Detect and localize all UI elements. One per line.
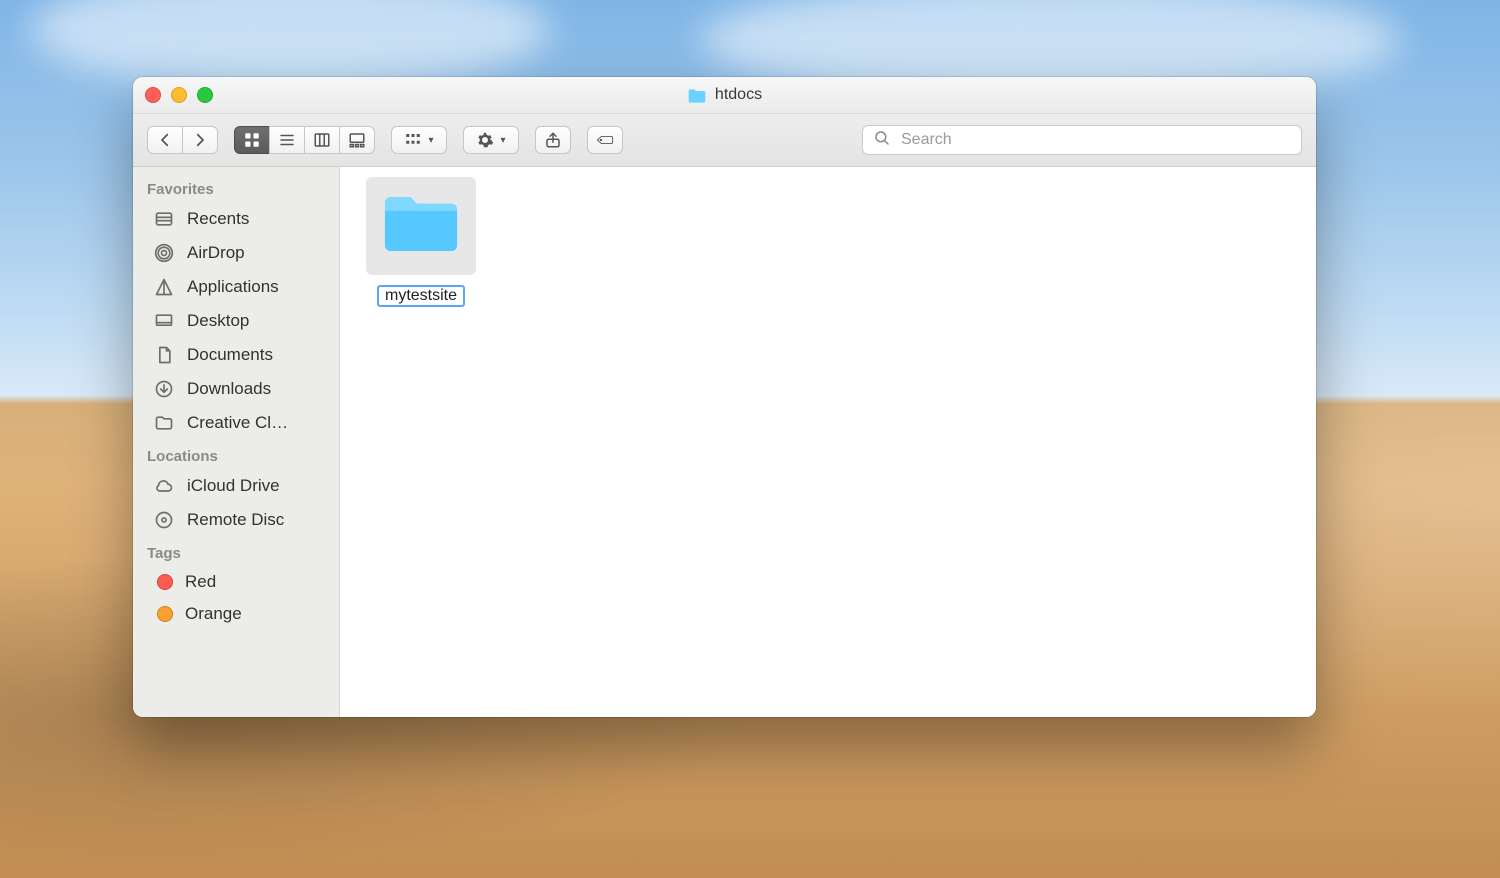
- back-button[interactable]: [147, 126, 183, 154]
- sidebar-header-tags: Tags: [133, 537, 339, 566]
- folder-icon: [153, 412, 175, 434]
- sidebar-item-label: Downloads: [187, 379, 271, 399]
- folder-icon: [687, 88, 707, 103]
- sidebar-header-favorites: Favorites: [133, 173, 339, 202]
- edit-tags-button[interactable]: [587, 126, 623, 154]
- file-item[interactable]: mytestsite: [366, 177, 476, 307]
- list-icon: [278, 131, 296, 149]
- nav-buttons: [147, 126, 218, 154]
- window-zoom-button[interactable]: [197, 87, 213, 103]
- sidebar: Favorites Recents AirDrop: [133, 167, 340, 717]
- group-icon: [404, 131, 422, 149]
- search-input[interactable]: [899, 130, 1291, 150]
- gear-icon: [476, 131, 494, 149]
- airdrop-icon: [153, 242, 175, 264]
- sidebar-item-label: Red: [185, 572, 216, 592]
- sidebar-tag-orange[interactable]: Orange: [133, 598, 339, 630]
- forward-button[interactable]: [182, 126, 218, 154]
- window-title: htdocs: [687, 86, 762, 104]
- action-menu-button[interactable]: ▾: [463, 126, 519, 154]
- chevron-left-icon: [156, 131, 174, 149]
- chevron-down-icon: ▾: [428, 135, 433, 146]
- share-icon: [544, 131, 562, 149]
- sidebar-item-documents[interactable]: Documents: [133, 338, 339, 372]
- search-field[interactable]: [862, 125, 1302, 155]
- chevron-down-icon: ▾: [500, 135, 505, 146]
- sidebar-header-locations: Locations: [133, 440, 339, 469]
- titlebar[interactable]: htdocs: [133, 77, 1316, 114]
- tag-dot-icon: [157, 574, 173, 590]
- view-icons-button[interactable]: [234, 126, 270, 154]
- view-gallery-button[interactable]: [339, 126, 375, 154]
- desktop-icon: [153, 310, 175, 332]
- desktop-background: htdocs: [0, 0, 1500, 878]
- sidebar-item-recents[interactable]: Recents: [133, 202, 339, 236]
- sidebar-item-applications[interactable]: Applications: [133, 270, 339, 304]
- sidebar-tag-red[interactable]: Red: [133, 566, 339, 598]
- content-area[interactable]: mytestsite: [340, 167, 1316, 717]
- share-button[interactable]: [535, 126, 571, 154]
- sidebar-item-label: iCloud Drive: [187, 476, 280, 496]
- window-controls: [145, 87, 213, 103]
- view-mode-buttons: [234, 126, 375, 154]
- sidebar-item-desktop[interactable]: Desktop: [133, 304, 339, 338]
- sidebar-item-label: AirDrop: [187, 243, 245, 263]
- item-name-editor[interactable]: mytestsite: [377, 285, 465, 307]
- window-minimize-button[interactable]: [171, 87, 187, 103]
- sidebar-item-creative-cloud[interactable]: Creative Cl…: [133, 406, 339, 440]
- sidebar-item-label: Applications: [187, 277, 279, 297]
- sidebar-item-remote-disc[interactable]: Remote Disc: [133, 503, 339, 537]
- folder-icon: [380, 191, 462, 262]
- applications-icon: [153, 276, 175, 298]
- sidebar-item-label: Remote Disc: [187, 510, 284, 530]
- recents-icon: [153, 208, 175, 230]
- documents-icon: [153, 344, 175, 366]
- sidebar-item-label: Desktop: [187, 311, 249, 331]
- tag-dot-icon: [157, 606, 173, 622]
- window-close-button[interactable]: [145, 87, 161, 103]
- search-icon: [873, 129, 891, 152]
- sidebar-item-label: Orange: [185, 604, 242, 624]
- disc-icon: [153, 509, 175, 531]
- downloads-icon: [153, 378, 175, 400]
- sidebar-item-icloud-drive[interactable]: iCloud Drive: [133, 469, 339, 503]
- item-thumbnail[interactable]: [366, 177, 476, 275]
- item-name[interactable]: mytestsite: [385, 287, 457, 304]
- gallery-icon: [348, 131, 366, 149]
- view-list-button[interactable]: [269, 126, 305, 154]
- sidebar-item-label: Recents: [187, 209, 249, 229]
- sidebar-item-airdrop[interactable]: AirDrop: [133, 236, 339, 270]
- window-title-text: htdocs: [715, 86, 762, 104]
- grid-icon: [243, 131, 261, 149]
- chevron-right-icon: [191, 131, 209, 149]
- cloud-icon: [153, 475, 175, 497]
- view-columns-button[interactable]: [304, 126, 340, 154]
- finder-window: htdocs: [133, 77, 1316, 717]
- sidebar-item-label: Documents: [187, 345, 273, 365]
- window-body: Favorites Recents AirDrop: [133, 167, 1316, 717]
- columns-icon: [313, 131, 331, 149]
- sidebar-item-label: Creative Cl…: [187, 413, 288, 433]
- sidebar-item-downloads[interactable]: Downloads: [133, 372, 339, 406]
- toolbar: ▾ ▾: [133, 114, 1316, 167]
- group-by-button[interactable]: ▾: [391, 126, 447, 154]
- tag-icon: [596, 131, 614, 149]
